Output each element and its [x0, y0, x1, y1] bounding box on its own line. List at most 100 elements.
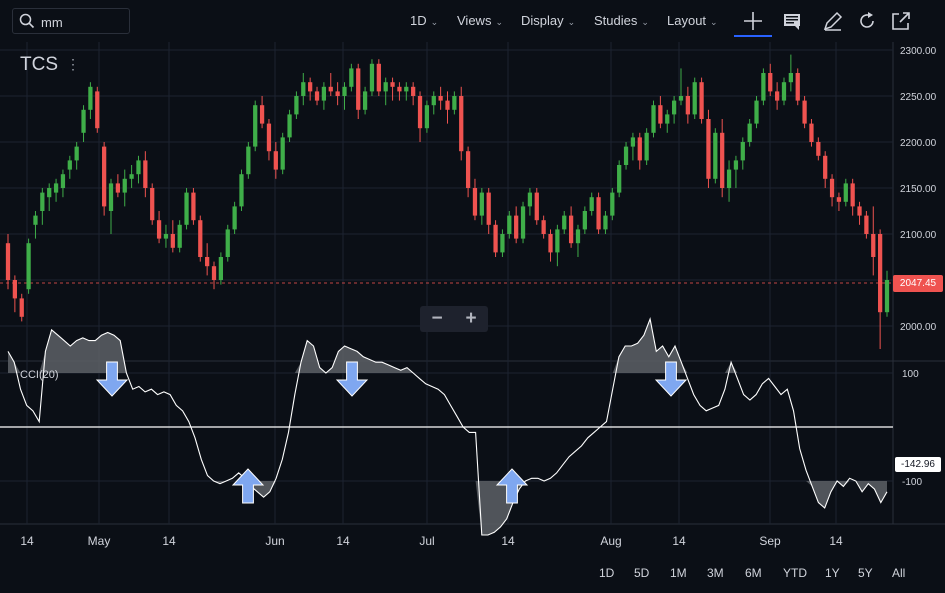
- candle-up: [630, 137, 636, 147]
- candle-down: [829, 178, 835, 198]
- candle-up: [623, 146, 629, 165]
- candle-up: [884, 280, 890, 313]
- time-tick-label: 14: [829, 534, 843, 548]
- candle-up: [726, 169, 732, 188]
- range-ytd-button[interactable]: YTD: [783, 566, 807, 580]
- price-tick-label: 2250.00: [900, 92, 937, 103]
- last-price-tag: 2047.45: [893, 275, 943, 292]
- candle-up: [321, 86, 327, 101]
- candle-down: [459, 96, 464, 152]
- candle-up: [294, 96, 299, 115]
- range-1d-button[interactable]: 1D: [599, 566, 614, 580]
- range-1m-button[interactable]: 1M: [670, 566, 687, 580]
- candle-up: [383, 82, 388, 92]
- candle-down: [411, 86, 416, 96]
- candle-down: [720, 132, 725, 188]
- range-all-button[interactable]: All: [892, 566, 905, 580]
- candle-up: [788, 73, 793, 83]
- candle-down: [314, 91, 320, 101]
- candle-up: [33, 215, 38, 225]
- symbol-title: TCS: [20, 54, 58, 75]
- candle-up: [671, 100, 677, 115]
- cci-indicator-label: CCI(20): [20, 369, 59, 381]
- zoom-out-button[interactable]: −: [420, 306, 454, 332]
- zoom-controls: − +: [420, 306, 488, 332]
- candle-down: [486, 192, 491, 225]
- candle-down: [857, 206, 862, 216]
- candle-down: [397, 86, 402, 92]
- candle-down: [871, 234, 876, 257]
- candle-down: [143, 160, 148, 188]
- candle-up: [122, 178, 127, 193]
- candle-up: [239, 174, 244, 207]
- chart-canvas[interactable]: 2300.002250.002200.002150.002100.002050.…: [0, 0, 945, 556]
- zoom-in-button[interactable]: +: [454, 306, 488, 332]
- time-tick-label: Sep: [759, 534, 781, 548]
- range-1y-button[interactable]: 1Y: [825, 566, 840, 580]
- time-tick-label: 14: [20, 534, 34, 548]
- candle-down: [685, 96, 690, 115]
- candle-down: [864, 215, 869, 234]
- symbol-options-icon[interactable]: ⋮: [66, 56, 80, 73]
- candle-up: [136, 160, 141, 175]
- candle-up: [500, 234, 505, 253]
- candle-up: [253, 105, 258, 147]
- candle-up: [184, 192, 189, 225]
- time-tick-label: May: [88, 534, 111, 548]
- candle-down: [156, 220, 162, 239]
- candle-up: [479, 192, 484, 216]
- range-5d-button[interactable]: 5D: [634, 566, 649, 580]
- cci-tick-label: 100: [902, 369, 919, 380]
- price-tick-label: 2300.00: [900, 46, 937, 57]
- candle-up: [40, 192, 45, 211]
- candle-up: [582, 211, 587, 230]
- candle-down: [836, 197, 842, 202]
- candle-down: [356, 68, 361, 110]
- candle-down: [115, 183, 121, 193]
- candle-down: [850, 183, 855, 207]
- candle-down: [878, 234, 883, 313]
- candle-up: [617, 165, 622, 193]
- candle-up: [747, 123, 752, 142]
- candle-down: [308, 82, 313, 92]
- candle-down: [266, 123, 272, 152]
- candle-down: [417, 96, 423, 129]
- candle-up: [424, 105, 430, 129]
- candle-down: [328, 86, 333, 92]
- candle-up: [342, 86, 347, 96]
- candle-down: [514, 215, 519, 239]
- candle-up: [349, 68, 354, 87]
- candle-up: [740, 142, 745, 161]
- range-3m-button[interactable]: 3M: [707, 566, 724, 580]
- range-5y-button[interactable]: 5Y: [858, 566, 873, 580]
- time-tick-label: Jun: [265, 534, 284, 548]
- candle-down: [390, 82, 395, 87]
- range-6m-button[interactable]: 6M: [745, 566, 762, 580]
- candle-down: [823, 155, 828, 179]
- candle-down: [191, 192, 196, 221]
- candle-up: [507, 215, 512, 234]
- candle-down: [699, 82, 704, 119]
- candle-up: [610, 192, 615, 216]
- candle-down: [493, 224, 498, 253]
- candle-up: [431, 96, 436, 106]
- candle-up: [74, 146, 79, 161]
- candle-up: [603, 215, 608, 230]
- candle-down: [568, 215, 574, 244]
- candle-up: [232, 206, 237, 230]
- candle-down: [774, 91, 780, 101]
- candle-down: [198, 220, 203, 257]
- candle-up: [520, 206, 526, 239]
- candle-up: [562, 215, 567, 230]
- candle-down: [637, 137, 642, 161]
- candle-up: [589, 197, 594, 211]
- candle-down: [795, 73, 800, 101]
- candle-down: [102, 146, 107, 207]
- candle-down: [376, 63, 381, 92]
- candle-up: [527, 192, 533, 207]
- candle-up: [404, 86, 409, 92]
- cci-value-tag: -142.96: [895, 457, 941, 472]
- time-tick-label: Jul: [419, 534, 434, 548]
- time-tick-label: 14: [672, 534, 686, 548]
- candle-down: [273, 151, 278, 170]
